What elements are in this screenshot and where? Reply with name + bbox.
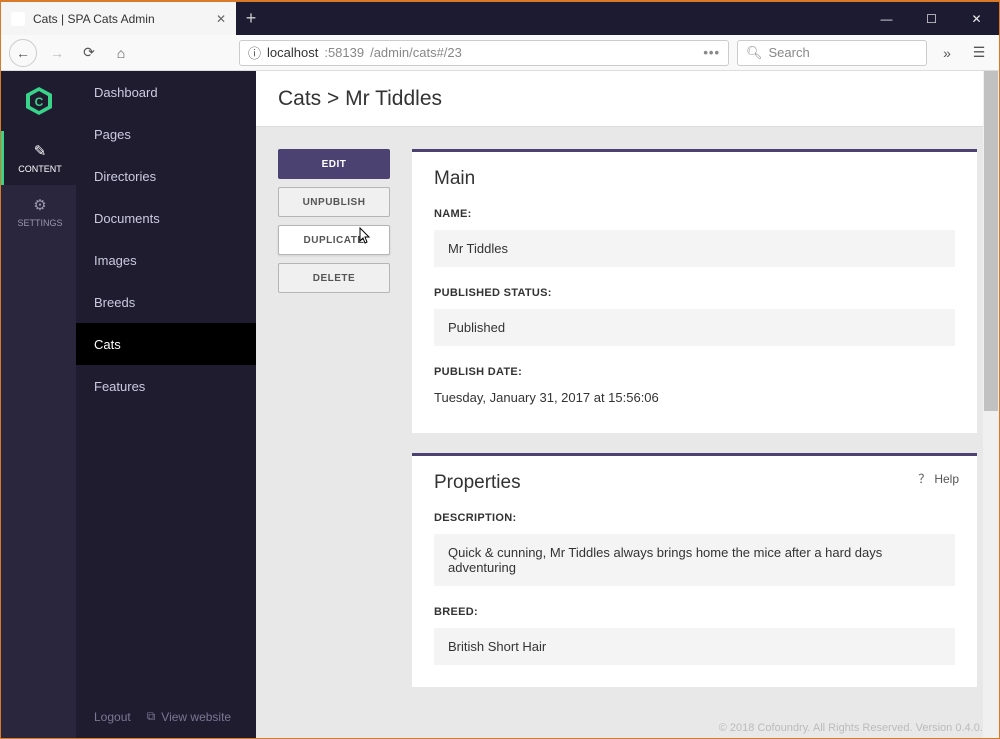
unpublish-button[interactable]: UNPUBLISH	[278, 187, 390, 217]
field-breed: BREED: British Short Hair	[434, 606, 955, 665]
sidebar-item-features[interactable]: Features	[76, 365, 256, 407]
sidebar-item-cats[interactable]: Cats	[76, 323, 256, 365]
delete-button[interactable]: DELETE	[278, 263, 390, 293]
rail-label: CONTENT	[18, 164, 62, 174]
rail-item-content[interactable]: ✎ CONTENT	[1, 131, 76, 185]
breadcrumb: Cats > Mr Tiddles	[278, 87, 442, 111]
maximize-button[interactable]: ☐	[909, 2, 954, 35]
titlebar: Cats | SPA Cats Admin ✕ + — ☐ ✕	[1, 2, 999, 35]
external-link-icon: ⧉	[147, 709, 156, 724]
home-button[interactable]: ⌂	[109, 41, 133, 65]
search-placeholder: Search	[769, 45, 810, 60]
panel-title: Properties	[434, 472, 955, 494]
breadcrumb-sep: >	[327, 87, 339, 110]
help-link[interactable]: ？ Help	[918, 470, 959, 487]
field-value: Mr Tiddles	[434, 230, 955, 267]
edit-button[interactable]: EDIT	[278, 149, 390, 179]
field-value: Published	[434, 309, 955, 346]
app: C ✎ CONTENT ⚙ SETTINGS Dashboard Pages D…	[1, 71, 999, 738]
duplicate-button[interactable]: DUPLICATE	[278, 225, 390, 255]
logo-icon: C	[23, 85, 55, 117]
panels: Main NAME: Mr Tiddles PUBLISHED STATUS: …	[412, 149, 977, 687]
footer-copyright: © 2018 Cofoundry. All Rights Reserved. V…	[719, 722, 989, 734]
svg-text:C: C	[34, 95, 43, 109]
tab-close-icon[interactable]: ✕	[216, 12, 226, 26]
url-actions-icon[interactable]: •••	[703, 45, 720, 60]
field-label: NAME:	[434, 208, 955, 220]
tab-title: Cats | SPA Cats Admin	[33, 12, 208, 26]
field-label: DESCRIPTION:	[434, 512, 955, 524]
window-controls: — ☐ ✕	[864, 2, 999, 35]
minimize-button[interactable]: —	[864, 2, 909, 35]
content-area: EDIT UNPUBLISH DUPLICATE DELETE Main NAM…	[256, 127, 999, 738]
field-label: PUBLISH DATE:	[434, 366, 955, 378]
gear-icon: ⚙	[33, 196, 46, 214]
sidebar-footer: Logout ⧉ View website	[76, 695, 256, 738]
reload-button[interactable]: ⟳	[77, 41, 101, 65]
sidebar: Dashboard Pages Directories Documents Im…	[76, 71, 256, 738]
browser-tab[interactable]: Cats | SPA Cats Admin ✕	[1, 2, 236, 35]
field-status: PUBLISHED STATUS: Published	[434, 287, 955, 346]
forward-button[interactable]: →	[45, 41, 69, 65]
sidebar-item-documents[interactable]: Documents	[76, 197, 256, 239]
field-name: NAME: Mr Tiddles	[434, 208, 955, 267]
tab-favicon	[11, 12, 25, 26]
back-button[interactable]: ←	[9, 39, 37, 67]
scrollbar[interactable]	[983, 71, 999, 738]
browser-search[interactable]: 🔍︎ Search	[737, 40, 927, 66]
field-value: Tuesday, January 31, 2017 at 15:56:06	[434, 388, 955, 407]
scrollbar-thumb[interactable]	[984, 71, 998, 411]
url-path: /admin/cats#/23	[370, 45, 462, 60]
help-icon: ？	[918, 470, 930, 487]
overflow-button[interactable]: »	[935, 41, 959, 65]
browser-window: Cats | SPA Cats Admin ✕ + — ☐ ✕ ← → ⟳ ⌂ …	[0, 0, 1000, 739]
action-column: EDIT UNPUBLISH DUPLICATE DELETE	[278, 149, 390, 293]
logout-link[interactable]: Logout	[94, 710, 131, 724]
field-description: DESCRIPTION: Quick & cunning, Mr Tiddles…	[434, 512, 955, 586]
sidebar-item-images[interactable]: Images	[76, 239, 256, 281]
sidebar-item-breeds[interactable]: Breeds	[76, 281, 256, 323]
breadcrumb-current: Mr Tiddles	[345, 87, 442, 110]
sidebar-item-dashboard[interactable]: Dashboard	[76, 71, 256, 113]
pencil-icon: ✎	[34, 142, 47, 160]
app-logo[interactable]: C	[1, 71, 76, 131]
field-value: British Short Hair	[434, 628, 955, 665]
sidebar-item-pages[interactable]: Pages	[76, 113, 256, 155]
field-label: BREED:	[434, 606, 955, 618]
view-website-link[interactable]: ⧉ View website	[147, 709, 231, 724]
properties-panel: Properties ？ Help DESCRIPTION: Quick & c…	[412, 453, 977, 687]
panel-title: Main	[434, 168, 955, 190]
sidebar-item-directories[interactable]: Directories	[76, 155, 256, 197]
search-icon: 🔍︎	[746, 45, 763, 61]
main-panel: Main NAME: Mr Tiddles PUBLISHED STATUS: …	[412, 149, 977, 433]
page-header: Cats > Mr Tiddles	[256, 71, 999, 127]
info-icon: ⓘ	[248, 43, 261, 62]
rail-item-settings[interactable]: ⚙ SETTINGS	[1, 185, 76, 239]
url-host: localhost	[267, 45, 318, 60]
url-bar[interactable]: ⓘ localhost :58139/admin/cats#/23 •••	[239, 40, 729, 66]
browser-navbar: ← → ⟳ ⌂ ⓘ localhost :58139/admin/cats#/23…	[1, 35, 999, 71]
breadcrumb-root[interactable]: Cats	[278, 87, 321, 110]
rail-label: SETTINGS	[17, 218, 62, 228]
field-publish-date: PUBLISH DATE: Tuesday, January 31, 2017 …	[434, 366, 955, 407]
menu-button[interactable]: ☰	[967, 41, 991, 65]
field-label: PUBLISHED STATUS:	[434, 287, 955, 299]
field-value: Quick & cunning, Mr Tiddles always bring…	[434, 534, 955, 586]
close-button[interactable]: ✕	[954, 2, 999, 35]
url-port: :58139	[324, 45, 364, 60]
nav-rail: C ✎ CONTENT ⚙ SETTINGS	[1, 71, 76, 738]
new-tab-button[interactable]: +	[236, 2, 266, 35]
main: Cats > Mr Tiddles EDIT UNPUBLISH DUPLICA…	[256, 71, 999, 738]
